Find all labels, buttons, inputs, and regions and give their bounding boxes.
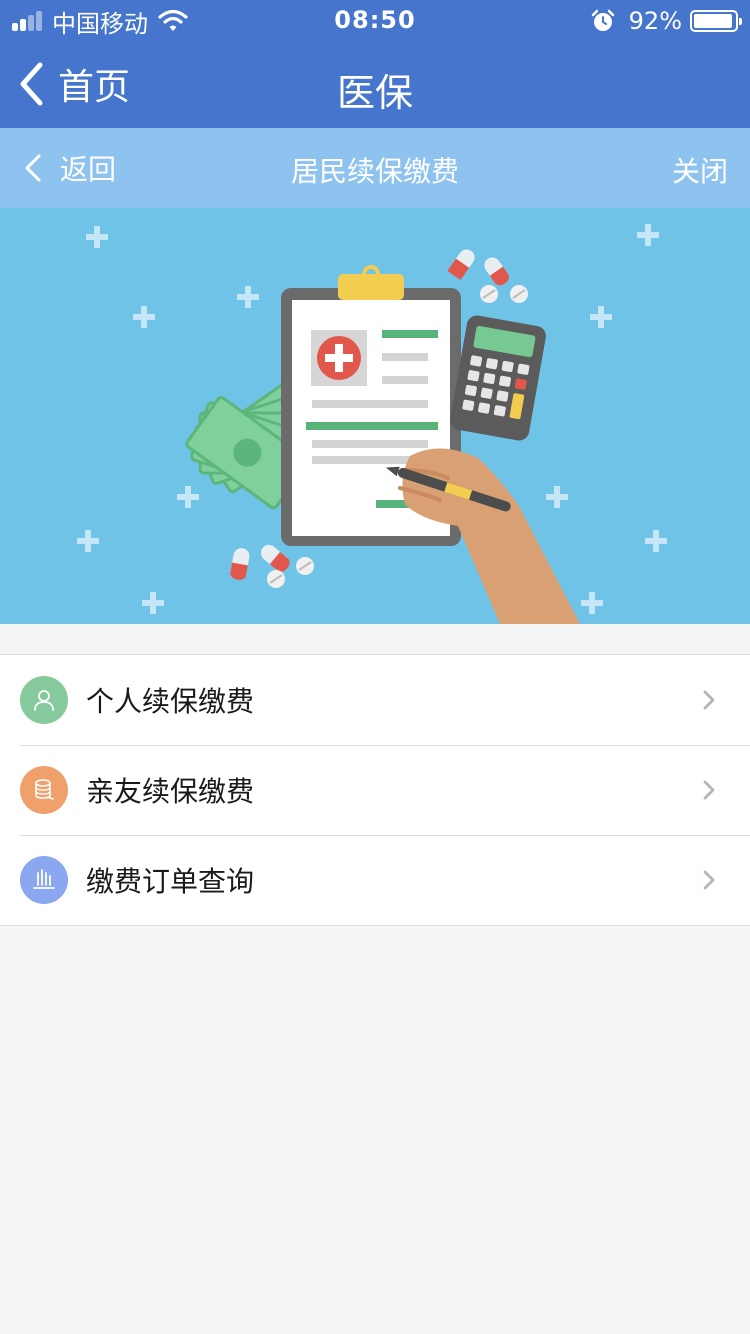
menu-item-family-renewal[interactable]: 亲友续保缴费 bbox=[0, 745, 750, 835]
medical-insurance-payment-illustration bbox=[77, 224, 667, 624]
menu-item-order-query[interactable]: 缴费订单查询 bbox=[0, 835, 750, 925]
menu-item-personal-renewal[interactable]: 个人续保缴费 bbox=[0, 655, 750, 745]
sub-header-title: 居民续保缴费 bbox=[290, 155, 459, 188]
battery-percent: 92% bbox=[628, 7, 682, 35]
app-screen: 中国移动 08:50 92% 首页 医保 返回 居民续保缴费 关闭 个人续保缴费… bbox=[0, 0, 750, 1334]
navigation-bar: 首页 医保 bbox=[0, 40, 750, 128]
battery-icon bbox=[690, 10, 742, 32]
menu-item-label: 个人续保缴费 bbox=[86, 685, 255, 718]
chevron-right-icon bbox=[703, 870, 715, 890]
calculator bbox=[450, 315, 546, 441]
sub-header: 返回 居民续保缴费 关闭 bbox=[0, 128, 750, 208]
menu-item-label: 缴费订单查询 bbox=[86, 865, 255, 898]
close-button[interactable]: 关闭 bbox=[672, 150, 728, 190]
status-bar: 中国移动 08:50 92% bbox=[0, 0, 750, 40]
payment-menu-list: 个人续保缴费 亲友续保缴费 缴费订单查询 bbox=[0, 654, 750, 926]
coins-icon bbox=[20, 766, 68, 814]
chevron-right-icon bbox=[703, 780, 715, 800]
page-title: 医保 bbox=[336, 71, 413, 115]
chevron-right-icon bbox=[703, 690, 715, 710]
chart-bars-icon bbox=[20, 856, 68, 904]
person-icon bbox=[20, 676, 68, 724]
menu-item-label: 亲友续保缴费 bbox=[86, 775, 255, 808]
status-right: 92% bbox=[591, 6, 742, 36]
banner-image bbox=[0, 208, 750, 624]
alarm-icon bbox=[591, 9, 614, 31]
